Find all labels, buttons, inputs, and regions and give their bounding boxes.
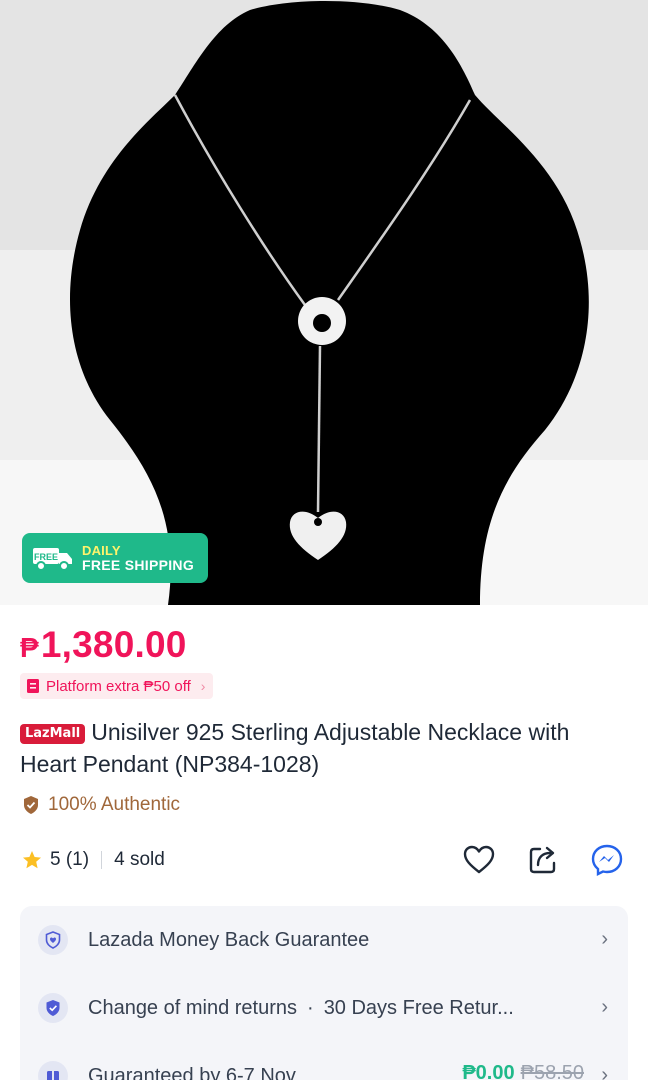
free-shipping-badge: FREE DAILY FREE SHIPPING (22, 533, 208, 583)
sold-count: 4 sold (114, 849, 165, 870)
returns-label: Change of mind returns (88, 996, 298, 1019)
change-of-mind-returns-row[interactable]: Change of mind returns · 30 Days Free Retu… (20, 984, 628, 1032)
price-currency: ₱ (20, 632, 39, 663)
shield-check-icon (24, 796, 38, 814)
authentic-label: 100% Authentic (48, 794, 181, 815)
delivery-label: Guaranteed by 6-7 Nov (88, 1064, 296, 1080)
star-icon (23, 851, 41, 869)
money-back-guarantee-row[interactable]: Lazada Money Back Guarantee › (20, 916, 628, 964)
product-title-text: Unisilver 925 Sterling Adjustable Neckla… (20, 719, 570, 777)
services-card: Lazada Money Back Guarantee › Change of … (20, 906, 628, 1080)
shipping-line2: FREE SHIPPING (82, 557, 195, 573)
shipping-fee-free: ₱0.00 (462, 1062, 515, 1080)
shipping-line1: DAILY (82, 543, 121, 558)
lazmall-badge: LazMall (20, 724, 86, 744)
money-back-label: Lazada Money Back Guarantee (88, 928, 370, 951)
necklace-on-bust-image (0, 0, 648, 605)
delivery-guarantee-row[interactable]: Guaranteed by 6-7 Nov ₱0.00 ₱58.50 › (20, 1052, 628, 1080)
shield-check-icon (38, 993, 68, 1023)
share-icon[interactable] (526, 843, 560, 877)
chevron-right-icon: › (601, 1064, 608, 1080)
rating-row: 5 (1) 4 sold (22, 844, 628, 876)
shield-heart-icon (38, 925, 68, 955)
product-image[interactable]: FREE DAILY FREE SHIPPING (0, 0, 648, 605)
messenger-icon[interactable] (590, 843, 624, 877)
chevron-right-icon: › (601, 928, 608, 950)
rating-score[interactable]: 5 (1) (50, 849, 89, 871)
truck-icon: FREE (33, 548, 72, 571)
platform-voucher[interactable]: Platform extra ₱50 off › (20, 673, 214, 699)
free-icon-label: FREE (34, 552, 58, 562)
product-price: ₱ 1,380.00 (20, 624, 187, 666)
returns-extra: 30 Days Free Retur... (323, 996, 514, 1019)
shipping-fee-original: ₱58.50 (520, 1062, 584, 1080)
voucher-label: Platform extra ₱50 off (46, 677, 191, 695)
chevron-right-icon: › (601, 996, 608, 1018)
product-title: LazMall Unisilver 925 Sterling Adjustable… (20, 716, 630, 780)
heart-icon[interactable] (462, 843, 496, 877)
chevron-right-icon: › (200, 678, 206, 694)
package-icon (38, 1061, 68, 1080)
price-amount: 1,380.00 (40, 624, 187, 665)
rating-count: (1) (65, 849, 90, 870)
voucher-icon (27, 679, 39, 693)
divider (101, 851, 103, 869)
separator-dot: · (307, 996, 314, 1019)
authentic-badge[interactable]: 100% Authentic (22, 794, 180, 816)
